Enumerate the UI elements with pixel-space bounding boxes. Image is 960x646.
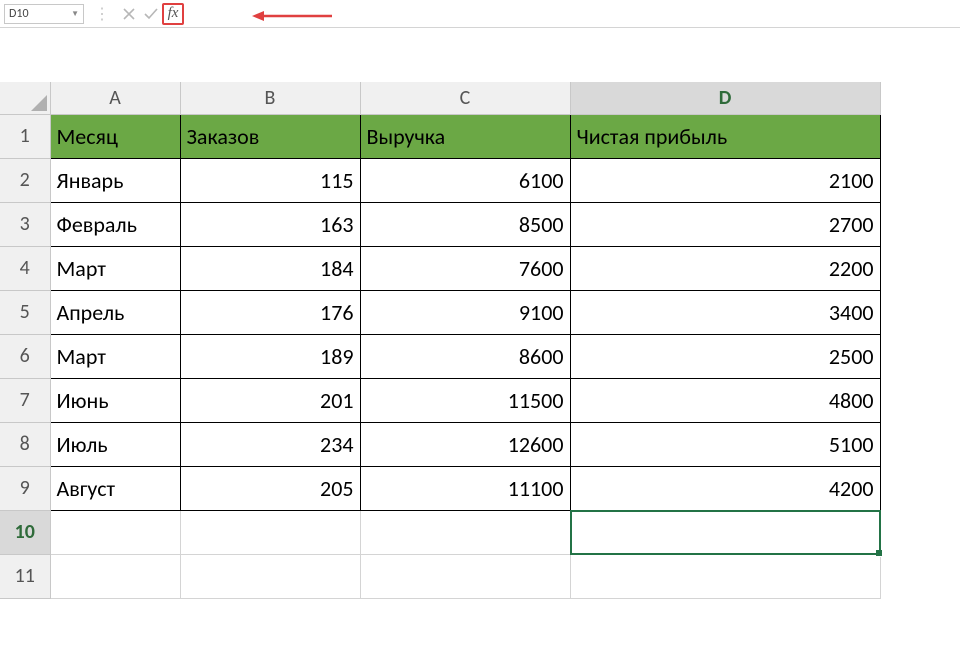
column-header-c[interactable]: C [360, 82, 570, 114]
cell-b8[interactable]: 234 [180, 422, 360, 466]
row-header-2[interactable]: 2 [0, 158, 50, 202]
annotation-arrow [252, 10, 332, 22]
cell-c11[interactable] [360, 554, 570, 598]
select-all-corner[interactable] [0, 82, 50, 114]
cell-d9[interactable]: 4200 [570, 466, 880, 510]
cell-d6[interactable]: 2500 [570, 334, 880, 378]
cell-b6[interactable]: 189 [180, 334, 360, 378]
cell-a2[interactable]: Январь [50, 158, 180, 202]
cell-c1[interactable]: Выручка [360, 114, 570, 158]
cell-b7[interactable]: 201 [180, 378, 360, 422]
cell-c4[interactable]: 7600 [360, 246, 570, 290]
cell-c6[interactable]: 8600 [360, 334, 570, 378]
cell-b9[interactable]: 205 [180, 466, 360, 510]
cell-d8[interactable]: 5100 [570, 422, 880, 466]
row-header-11[interactable]: 11 [0, 554, 50, 598]
cell-a5[interactable]: Апрель [50, 290, 180, 334]
spreadsheet-grid: A B C D 1 Месяц Заказов Выручка Чистая п… [0, 82, 960, 599]
cell-a11[interactable] [50, 554, 180, 598]
cell-d11[interactable] [570, 554, 880, 598]
cell-d10[interactable] [570, 510, 880, 554]
column-header-a[interactable]: A [50, 82, 180, 114]
cell-b11[interactable] [180, 554, 360, 598]
cell-a7[interactable]: Июнь [50, 378, 180, 422]
row-header-7[interactable]: 7 [0, 378, 50, 422]
insert-function-button[interactable]: fx [162, 3, 184, 25]
cell-c9[interactable]: 11100 [360, 466, 570, 510]
row-header-9[interactable]: 9 [0, 466, 50, 510]
cell-c10[interactable] [360, 510, 570, 554]
cell-b2[interactable]: 115 [180, 158, 360, 202]
cell-d4[interactable]: 2200 [570, 246, 880, 290]
cell-c7[interactable]: 11500 [360, 378, 570, 422]
row-header-6[interactable]: 6 [0, 334, 50, 378]
row-header-1[interactable]: 1 [0, 114, 50, 158]
name-box-value: D10 [9, 7, 29, 21]
cell-b5[interactable]: 176 [180, 290, 360, 334]
cell-a4[interactable]: Март [50, 246, 180, 290]
cell-a6[interactable]: Март [50, 334, 180, 378]
column-header-b[interactable]: B [180, 82, 360, 114]
cell-b3[interactable]: 163 [180, 202, 360, 246]
row-header-10[interactable]: 10 [0, 510, 50, 554]
cell-c8[interactable]: 12600 [360, 422, 570, 466]
cell-a3[interactable]: Февраль [50, 202, 180, 246]
accept-formula-icon[interactable] [140, 3, 162, 25]
cell-c2[interactable]: 6100 [360, 158, 570, 202]
cell-c5[interactable]: 9100 [360, 290, 570, 334]
cell-d1[interactable]: Чистая прибыль [570, 114, 880, 158]
row-header-4[interactable]: 4 [0, 246, 50, 290]
name-box[interactable]: D10 ▼ [4, 4, 84, 24]
column-header-d[interactable]: D [570, 82, 880, 114]
cell-b10[interactable] [180, 510, 360, 554]
cell-d3[interactable]: 2700 [570, 202, 880, 246]
chevron-down-icon[interactable]: ▼ [71, 9, 79, 19]
fx-icon: fx [168, 5, 179, 22]
cell-a10[interactable] [50, 510, 180, 554]
cell-c3[interactable]: 8500 [360, 202, 570, 246]
cell-a8[interactable]: Июль [50, 422, 180, 466]
row-header-3[interactable]: 3 [0, 202, 50, 246]
cell-d5[interactable]: 3400 [570, 290, 880, 334]
cell-d2[interactable]: 2100 [570, 158, 880, 202]
cancel-formula-icon[interactable] [118, 3, 140, 25]
cell-b1[interactable]: Заказов [180, 114, 360, 158]
formula-bar: D10 ▼ ⋮ fx [0, 0, 960, 28]
row-header-8[interactable]: 8 [0, 422, 50, 466]
cell-a1[interactable]: Месяц [50, 114, 180, 158]
separator: ⋮ [94, 4, 110, 24]
cell-a9[interactable]: Август [50, 466, 180, 510]
cell-b4[interactable]: 184 [180, 246, 360, 290]
row-header-5[interactable]: 5 [0, 290, 50, 334]
cell-d7[interactable]: 4800 [570, 378, 880, 422]
